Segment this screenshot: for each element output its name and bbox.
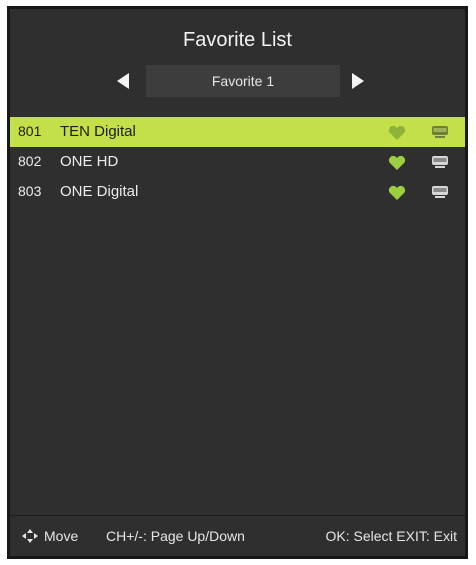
help-move-label: Move [44, 528, 79, 544]
channel-name: ONE Digital [60, 183, 139, 200]
tv-icon [432, 126, 448, 138]
channel-name: TEN Digital [60, 123, 136, 140]
channel-row[interactable]: 803 ONE Digital [10, 177, 465, 207]
channel-name: ONE HD [60, 153, 119, 170]
channel-number: 802 [18, 153, 42, 169]
heart-icon [388, 155, 406, 170]
favorite-group-label[interactable]: Favorite 1 [146, 65, 340, 97]
channel-row[interactable]: 802 ONE HD [10, 147, 465, 177]
channel-row[interactable]: 801 TEN Digital [10, 117, 465, 147]
heart-icon [388, 125, 406, 140]
help-move: Move [22, 528, 78, 544]
page-title: Favorite List [183, 29, 292, 51]
tv-icon [432, 156, 448, 168]
channel-number: 801 [18, 123, 42, 139]
favorite-list-panel: Favorite List Favorite 1 801 TEN Digital… [7, 6, 468, 559]
left-arrow-icon[interactable] [117, 73, 129, 89]
right-arrow-icon[interactable] [352, 73, 364, 89]
heart-icon [388, 185, 406, 200]
help-ok-exit: OK: Select EXIT: Exit [325, 528, 458, 544]
channel-list: 801 TEN Digital 802 ONE HD 803 ONE Digit… [10, 117, 465, 207]
help-bar: Move CH+/-: Page Up/Down OK: Select EXIT… [10, 515, 465, 556]
channel-number: 803 [18, 183, 42, 199]
favorite-group-selector[interactable]: Favorite 1 [10, 65, 465, 99]
tv-icon [432, 186, 448, 198]
help-page-updown: CH+/-: Page Up/Down [106, 528, 245, 544]
move-icon [22, 529, 38, 543]
